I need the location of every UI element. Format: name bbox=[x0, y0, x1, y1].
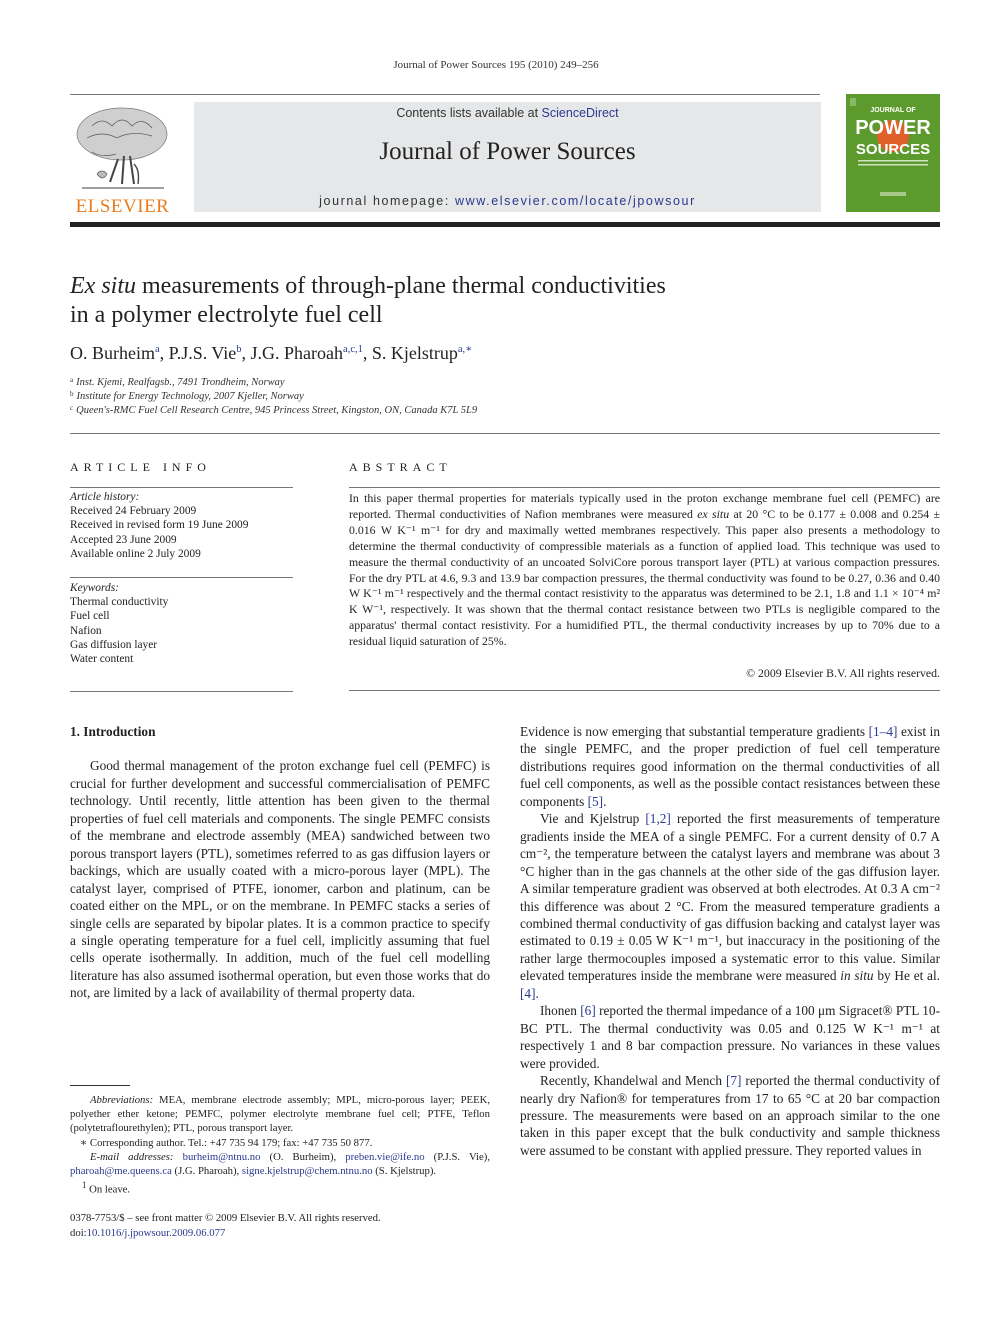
doi-link[interactable]: 10.1016/j.jpowsour.2009.06.077 bbox=[87, 1227, 226, 1239]
elsevier-logo[interactable]: ELSEVIER bbox=[70, 104, 175, 217]
affiliation: a Inst. Kjemi, Realfagsb., 7491 Trondheim… bbox=[70, 376, 285, 388]
contents-prefix: Contents lists available at bbox=[396, 106, 542, 120]
abstract-copyright: © 2009 Elsevier B.V. All rights reserved… bbox=[746, 666, 940, 680]
paragraph: Recently, Khandelwal and Mench [7] repor… bbox=[520, 1073, 940, 1158]
email-link[interactable]: preben.vie@ife.no bbox=[345, 1151, 424, 1163]
email-addresses: E-mail addresses: burheim@ntnu.no (O. Bu… bbox=[70, 1150, 491, 1178]
footnote-rule bbox=[70, 1085, 130, 1086]
author[interactable]: S. Kjelstrupa,∗ bbox=[372, 343, 472, 363]
author[interactable]: J.G. Pharoaha,c,1 bbox=[251, 343, 363, 363]
front-matter: 0378-7753/$ – see front matter © 2009 El… bbox=[70, 1211, 490, 1241]
journal-title: Journal of Power Sources bbox=[379, 138, 636, 165]
author[interactable]: O. Burheima bbox=[70, 343, 160, 363]
sciencedirect-link[interactable]: ScienceDirect bbox=[542, 106, 619, 120]
history-item: Received in revised form 19 June 2009 bbox=[70, 519, 249, 532]
abstract-text: In this paper thermal properties for mat… bbox=[349, 491, 940, 649]
history-item: Available online 2 July 2009 bbox=[70, 547, 201, 560]
journal-cover-image[interactable]: JOURNAL OF POWER SOURCES bbox=[846, 94, 940, 212]
title-italic: Ex situ bbox=[70, 273, 136, 299]
abstract-heading: ABSTRACT bbox=[349, 460, 452, 474]
homepage-link[interactable]: www.elsevier.com/locate/jpowsour bbox=[455, 194, 696, 208]
issn-line: 0378-7753/$ – see front matter © 2009 El… bbox=[70, 1212, 381, 1224]
corresponding-author-note: ∗ Corresponding author. Tel.: +47 735 94… bbox=[80, 1136, 373, 1149]
email-link[interactable]: burheim@ntnu.no bbox=[183, 1151, 261, 1163]
keyword: Nafion bbox=[70, 624, 102, 637]
citation-link[interactable]: [6] bbox=[580, 1003, 596, 1018]
keyword: Fuel cell bbox=[70, 610, 110, 623]
journal-cover-art-icon: JOURNAL OF POWER SOURCES bbox=[846, 94, 940, 212]
body-column-left: 1. Introduction Good thermal management … bbox=[70, 723, 490, 1002]
title-line1: measurements of through-plane thermal co… bbox=[136, 273, 666, 299]
citation-link[interactable]: [4] bbox=[520, 986, 536, 1001]
citation-link[interactable]: [1,2] bbox=[645, 811, 670, 826]
abstract-rule bbox=[349, 487, 940, 488]
email-link[interactable]: pharoah@me.queens.ca bbox=[70, 1165, 172, 1177]
cover-line2: POWER bbox=[855, 117, 931, 139]
cover-line3: SOURCES bbox=[856, 141, 930, 158]
keywords-label: Keywords: bbox=[70, 582, 119, 594]
keyword: Water content bbox=[70, 653, 134, 666]
abbreviations-note: Abbreviations: MEA, membrane electrode a… bbox=[70, 1094, 490, 1135]
running-head: Journal of Power Sources 195 (2010) 249–… bbox=[393, 59, 599, 71]
email-link[interactable]: signe.kjelstrup@chem.ntnu.no bbox=[242, 1165, 373, 1177]
section-heading: 1. Introduction bbox=[70, 724, 156, 739]
citation-link[interactable]: [7] bbox=[726, 1073, 742, 1088]
contents-line: Contents lists available at ScienceDirec… bbox=[194, 106, 821, 120]
title-line2: in a polymer electrolyte fuel cell bbox=[70, 302, 383, 328]
elsevier-tree-icon bbox=[76, 107, 168, 189]
author[interactable]: P.J.S. Vieb bbox=[169, 343, 242, 363]
journal-banner: Contents lists available at ScienceDirec… bbox=[194, 102, 821, 212]
header-rule bbox=[70, 94, 820, 95]
citation-link[interactable]: [1–4] bbox=[869, 724, 898, 739]
keyword: Gas diffusion layer bbox=[70, 638, 158, 651]
history-item: Received 24 February 2009 bbox=[70, 505, 197, 518]
citation-link[interactable]: [5] bbox=[588, 794, 604, 809]
paragraph: Ihonen [6] reported the thermal impedanc… bbox=[520, 1003, 941, 1071]
footnotes: Abbreviations: MEA, membrane electrode a… bbox=[70, 1093, 490, 1197]
author-affil-link[interactable]: a,∗ bbox=[458, 344, 472, 355]
elsevier-wordmark: ELSEVIER bbox=[75, 196, 170, 217]
paragraph: Evidence is now emerging that substantia… bbox=[520, 724, 940, 809]
history-label: Article history: bbox=[70, 491, 140, 503]
author-affil-link[interactable]: a,c,1 bbox=[343, 344, 363, 355]
info-rule bbox=[70, 577, 293, 578]
article-history: Article history: Received 24 February 20… bbox=[70, 490, 300, 561]
cover-line1: JOURNAL OF bbox=[870, 107, 916, 114]
keywords: Keywords: Thermal conductivity Fuel cell… bbox=[70, 581, 300, 666]
keyword: Thermal conductivity bbox=[70, 596, 169, 609]
footnote-1: 1 On leave. bbox=[82, 1180, 131, 1196]
paragraph: Good thermal management of the proton ex… bbox=[70, 758, 490, 1001]
info-rule bbox=[70, 691, 293, 692]
doi-line: doi:10.1016/j.jpowsour.2009.06.077 bbox=[70, 1227, 226, 1239]
body-column-right: Evidence is now emerging that substantia… bbox=[520, 723, 940, 1159]
affiliation: b Institute for Energy Technology, 2007 K… bbox=[70, 390, 304, 402]
homepage-prefix: journal homepage: bbox=[319, 194, 455, 208]
affiliation: c Queen's-RMC Fuel Cell Research Centre, … bbox=[70, 404, 478, 416]
paragraph: Vie and Kjelstrup [1,2] reported the fir… bbox=[520, 811, 941, 1001]
abstract-rule bbox=[349, 690, 940, 691]
author-list: O. Burheima, P.J.S. Vieb, J.G. Pharoaha,… bbox=[70, 343, 473, 363]
homepage-line: journal homepage: www.elsevier.com/locat… bbox=[194, 194, 821, 208]
history-item: Accepted 23 June 2009 bbox=[70, 533, 177, 546]
paper-title: Ex situ measurements of through-plane th… bbox=[70, 272, 830, 330]
section-rule bbox=[70, 433, 940, 434]
header-thick-rule bbox=[70, 222, 940, 227]
info-rule bbox=[70, 487, 293, 488]
article-info-heading: ARTICLE INFO bbox=[70, 460, 211, 474]
